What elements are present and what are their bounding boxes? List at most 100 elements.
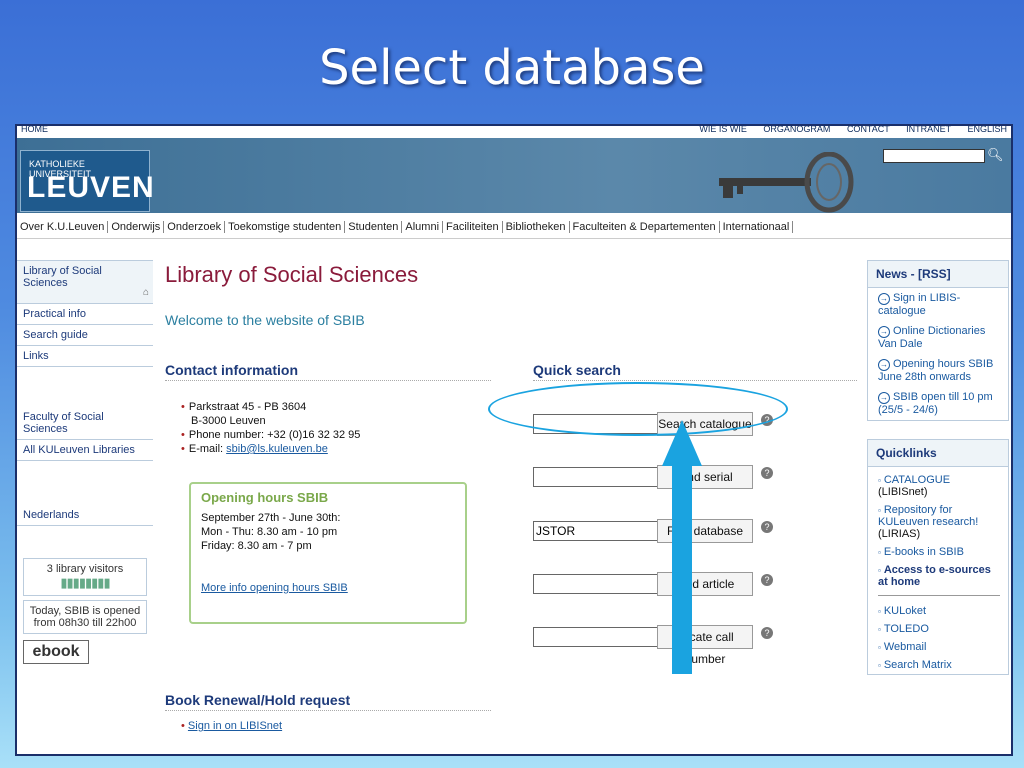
sidebar-item-practical[interactable]: Practical info [17,304,153,325]
site-header: KATHOLIEKE UNIVERSITEIT LEUVEN 🔍︎ [17,138,1011,213]
slide-title: Select database [319,40,705,96]
visitor-counter: 3 library visitors ▮▮▮▮▮▮▮▮ [23,558,147,596]
arrow-circle-icon: → [878,392,890,404]
nav-item-internationaal[interactable]: Internationaal [719,221,794,233]
divider [878,595,1000,596]
browser-screenshot: HOME WIE IS WIE ORGANOGRAM CONTACT INTRA… [15,124,1013,756]
quicklink-access-home[interactable]: ▫ Access to e-sources at home [868,561,1008,591]
quicklink-search-matrix[interactable]: ▫ Search Matrix [868,656,1008,674]
contact-list: • Parkstraat 45 - PB 3604 B-3000 Leuven •… [181,400,360,456]
address-line-1: Parkstraat 45 - PB 3604 [188,401,307,413]
hours-line: Mon - Thu: 8.30 am - 10 pm [201,526,338,538]
quicklink-ebooks[interactable]: ▫ E-books in SBIB [868,543,1008,561]
renewal-item: • Sign in on LIBISnet [181,720,283,732]
highlight-ring [488,382,788,436]
opening-hours-box: Opening hours SBIB September 27th - June… [189,482,467,624]
sidebar-item-label: Library of Social Sciences [23,265,102,289]
utility-links: WIE IS WIE ORGANOGRAM CONTACT INTRANET E… [685,126,1007,134]
nav-item-onderzoek[interactable]: Onderzoek [164,221,226,233]
news-item[interactable]: → Online Dictionaries Van Dale [868,321,1008,354]
nav-item-toekomstige[interactable]: Toekomstige studenten [225,221,346,233]
callnumber-search-input[interactable] [533,627,659,647]
renewal-heading: Book Renewal/Hold request [165,692,491,711]
arrow-circle-icon: → [878,359,890,371]
quicklink-repository[interactable]: ▫ Repository for KULeuven research! (LIRI… [868,501,1008,543]
nav-item-faciliteiten[interactable]: Faciliteiten [443,221,503,233]
list-item: • E-mail: sbib@ls.kuleuven.be [181,443,328,455]
quicklink-catalogue-suffix: (LIBISnet) [878,486,928,498]
key-icon [719,152,854,213]
quicklink-repository-label: Repository for KULeuven research! [878,504,979,528]
visitor-bar-icon: ▮▮▮▮▮▮▮▮ [60,575,110,590]
database-search-input[interactable]: JSTOR [533,521,659,541]
left-sidebar: Library of Social Sciences ⌂ Practical i… [17,260,153,664]
quicklink-catalogue[interactable]: ▫ CATALOGUE (LIBISnet) [868,471,1008,501]
welcome-text: Welcome to the website of SBIB [165,312,365,328]
arrow-circle-icon: → [878,326,890,338]
help-icon[interactable]: ? [761,521,773,533]
list-item: • Parkstraat 45 - PB 3604 [181,401,307,413]
main-nav: Over K.U.Leuven Onderwijs Onderzoek Toekoms… [17,216,1011,239]
page-title: Library of Social Sciences [165,262,419,287]
phone-number: Phone number: +32 (0)16 32 32 95 [188,429,361,441]
help-icon[interactable]: ? [761,574,773,586]
up-arrow-icon [662,420,702,674]
quicklink-webmail[interactable]: ▫ Webmail [868,638,1008,656]
site-search-input[interactable] [883,149,985,163]
sidebar-item-search-guide[interactable]: Search guide [17,325,153,346]
arrow-circle-icon: → [878,293,890,305]
ebook-logo[interactable]: ebook [23,640,89,664]
magnifier-icon[interactable]: 🔍︎ [987,147,1004,163]
home-icon: ⌂ [142,287,149,298]
quicklink-repository-suffix: (LIRIAS) [878,528,921,540]
utility-link-who[interactable]: WIE IS WIE [699,126,747,134]
libisnet-signin-link[interactable]: Sign in on LIBISnet [188,720,282,732]
nav-item-alumni[interactable]: Alumni [402,221,444,233]
serial-search-input[interactable] [533,467,659,487]
utility-link-organogram[interactable]: ORGANOGRAM [763,126,830,134]
email-label: E-mail: [188,443,227,455]
hours-line: Friday: 8.30 am - 7 pm [201,540,312,552]
quicklink-catalogue-label: CATALOGUE [883,474,951,486]
sidebar-item-language[interactable]: Nederlands [17,505,153,526]
nav-item-faculteiten[interactable]: Faculteiten & Departementen [569,221,720,233]
sidebar-item-links[interactable]: Links [17,346,153,367]
sidebar-item-all-libraries[interactable]: All KULeuven Libraries [17,440,153,461]
opening-hours-title: Opening hours SBIB [201,490,329,505]
logo-title: LEUVEN [27,171,155,204]
email-link[interactable]: sbib@ls.kuleuven.be [226,443,328,455]
news-box: News - [RSS] → Sign in LIBIS-catalogue → O… [867,260,1009,421]
article-search-input[interactable] [533,574,659,594]
main-content: Library of Social Sciences Welcome to th… [165,262,857,732]
help-icon[interactable]: ? [761,467,773,479]
help-icon[interactable]: ? [761,627,773,639]
contact-heading: Contact information [165,362,491,381]
quicklinks-title: Quicklinks [868,440,1008,467]
nav-item-bibliotheken[interactable]: Bibliotheken [502,221,570,233]
address-line-2: B-3000 Leuven [191,415,266,427]
news-item[interactable]: → Sign in LIBIS-catalogue [868,288,1008,321]
top-utility-bar: HOME WIE IS WIE ORGANOGRAM CONTACT INTRA… [17,126,1011,138]
quicklink-kuloket[interactable]: ▫ KULoket [868,602,1008,620]
utility-link-english[interactable]: ENGLISH [967,126,1007,134]
nav-item-onderwijs[interactable]: Onderwijs [108,221,165,233]
news-title[interactable]: News - [RSS] [868,261,1008,288]
quicklinks-box: Quicklinks ▫ CATALOGUE (LIBISnet) ▫ Reposi… [867,439,1009,675]
opening-status: Today, SBIB is opened from 08h30 till 22… [23,600,147,634]
utility-link-contact[interactable]: CONTACT [847,126,890,134]
quicklink-toledo[interactable]: ▫ TOLEDO [868,620,1008,638]
nav-item-studenten[interactable]: Studenten [345,221,403,233]
quick-search-heading: Quick search [533,362,857,381]
news-item[interactable]: → SBIB open till 10 pm (25/5 - 24/6) [868,387,1008,420]
opening-hours-link[interactable]: More info opening hours SBIB [201,582,348,594]
university-logo[interactable]: KATHOLIEKE UNIVERSITEIT LEUVEN [20,150,154,212]
utility-link-intranet[interactable]: INTRANET [906,126,951,134]
nav-item-over[interactable]: Over K.U.Leuven [17,221,109,233]
right-sidebar: News - [RSS] → Sign in LIBIS-catalogue → O… [867,260,1009,675]
home-link[interactable]: HOME [21,126,48,134]
visitor-count-text: 3 library visitors [46,563,124,575]
news-item[interactable]: → Opening hours SBIB June 28th onwards [868,354,1008,387]
sidebar-item-library[interactable]: Library of Social Sciences ⌂ [17,260,153,304]
hours-line: September 27th - June 30th: [201,512,341,524]
sidebar-item-faculty[interactable]: Faculty of Social Sciences [17,407,153,440]
